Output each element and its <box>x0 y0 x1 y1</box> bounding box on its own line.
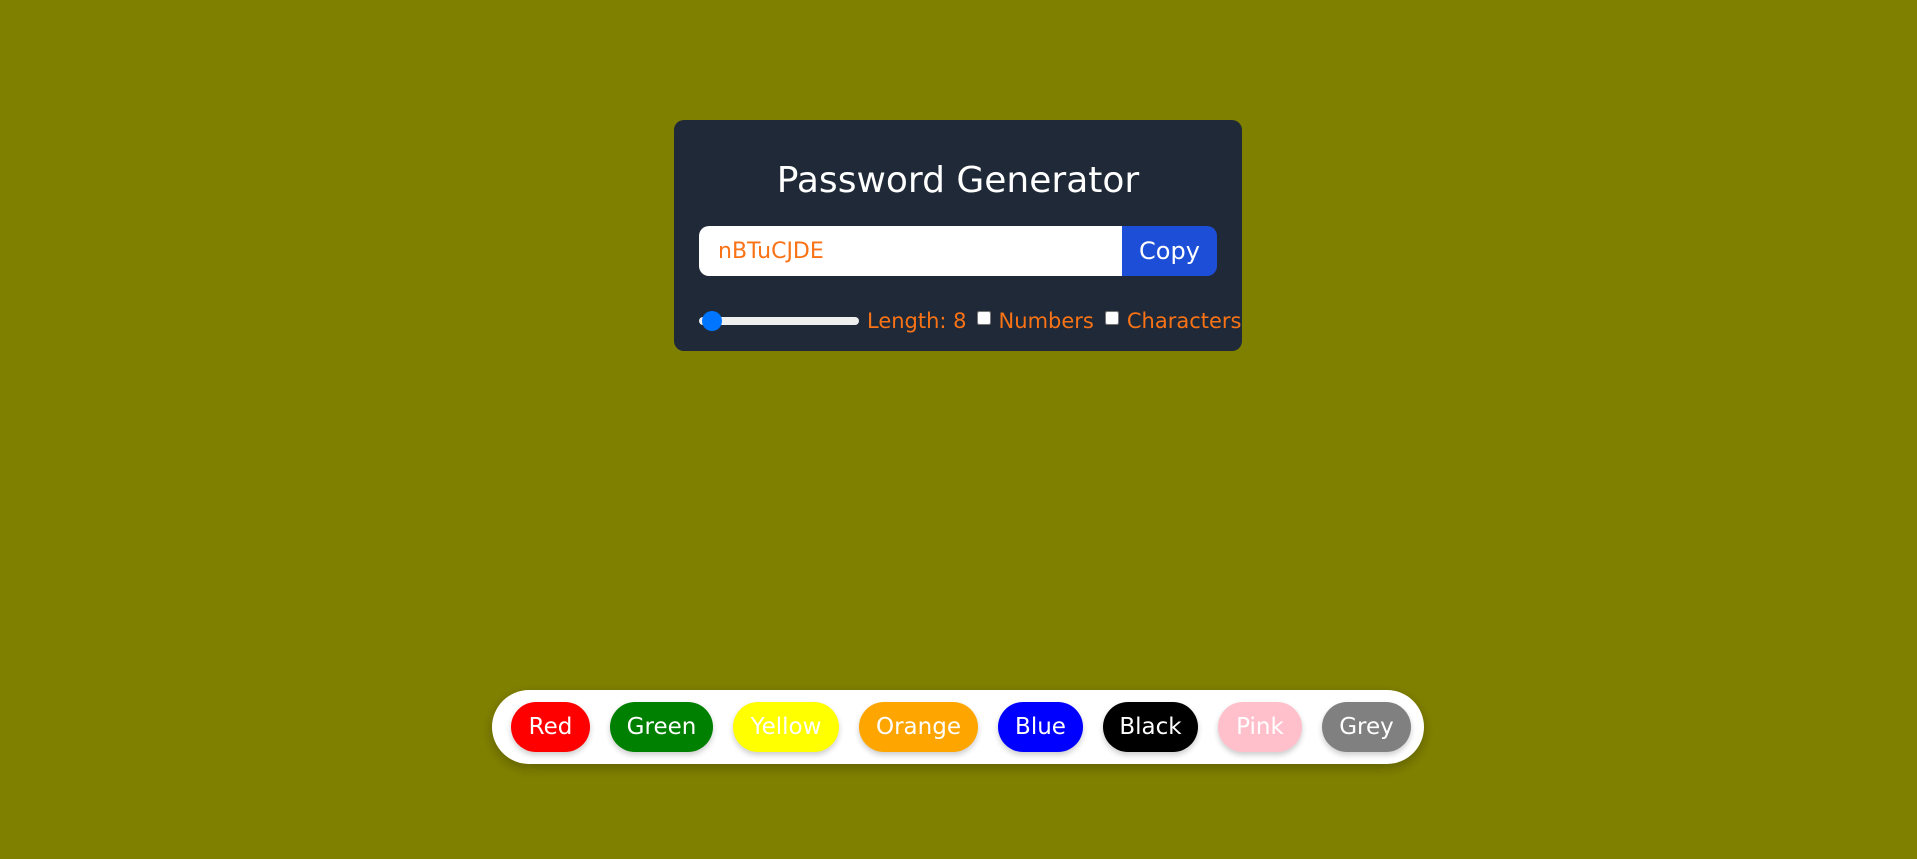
color-button-green[interactable]: Green <box>610 702 713 752</box>
color-palette: Red Green Yellow Orange Blue Black Pink … <box>492 690 1424 764</box>
password-field[interactable] <box>699 226 1122 276</box>
options-row: Length: 8 Numbers Characters <box>699 306 1241 336</box>
length-label: Length: 8 <box>867 309 967 333</box>
password-row: Copy <box>699 226 1217 276</box>
page-title: Password Generator <box>776 160 1140 201</box>
characters-checkbox[interactable] <box>1104 311 1119 325</box>
color-button-blue[interactable]: Blue <box>998 702 1083 752</box>
length-slider[interactable] <box>699 317 859 325</box>
copy-button[interactable]: Copy <box>1122 226 1217 276</box>
numbers-label: Numbers <box>998 309 1094 333</box>
color-button-red[interactable]: Red <box>511 702 590 752</box>
password-generator-card: Password Generator Copy Length: 8 Number… <box>674 120 1242 351</box>
color-button-black[interactable]: Black <box>1103 702 1198 752</box>
color-button-pink[interactable]: Pink <box>1218 702 1302 752</box>
color-button-yellow[interactable]: Yellow <box>733 702 839 752</box>
characters-label: Characters <box>1126 309 1242 333</box>
color-button-grey[interactable]: Grey <box>1322 702 1411 752</box>
numbers-checkbox[interactable] <box>976 311 991 325</box>
color-button-orange[interactable]: Orange <box>859 702 978 752</box>
